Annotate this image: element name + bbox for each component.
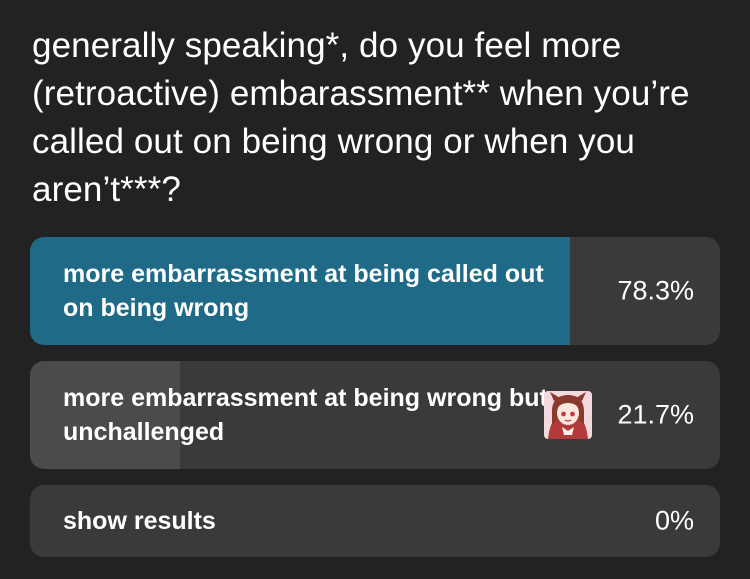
show-results-label: show results <box>63 507 216 535</box>
poll-option-percent: 21.7% <box>617 399 694 430</box>
poll-options: more embarrassment at being called out o… <box>30 237 720 573</box>
poll-question: generally speaking*, do you feel more (r… <box>32 26 690 209</box>
poll-option-label: more embarrassment at being wrong but un… <box>63 384 548 446</box>
user-avatar-icon <box>544 391 592 439</box>
poll-option-label: more embarrassment at being called out o… <box>63 260 544 322</box>
show-results-button[interactable]: show results 0% <box>30 485 720 557</box>
show-results-percent: 0% <box>654 505 694 536</box>
poll-option-percent: 78.3% <box>617 275 694 306</box>
poll-option-unchallenged[interactable]: more embarrassment at being wrong but un… <box>30 361 720 469</box>
poll-option-called-out[interactable]: more embarrassment at being called out o… <box>30 237 720 345</box>
